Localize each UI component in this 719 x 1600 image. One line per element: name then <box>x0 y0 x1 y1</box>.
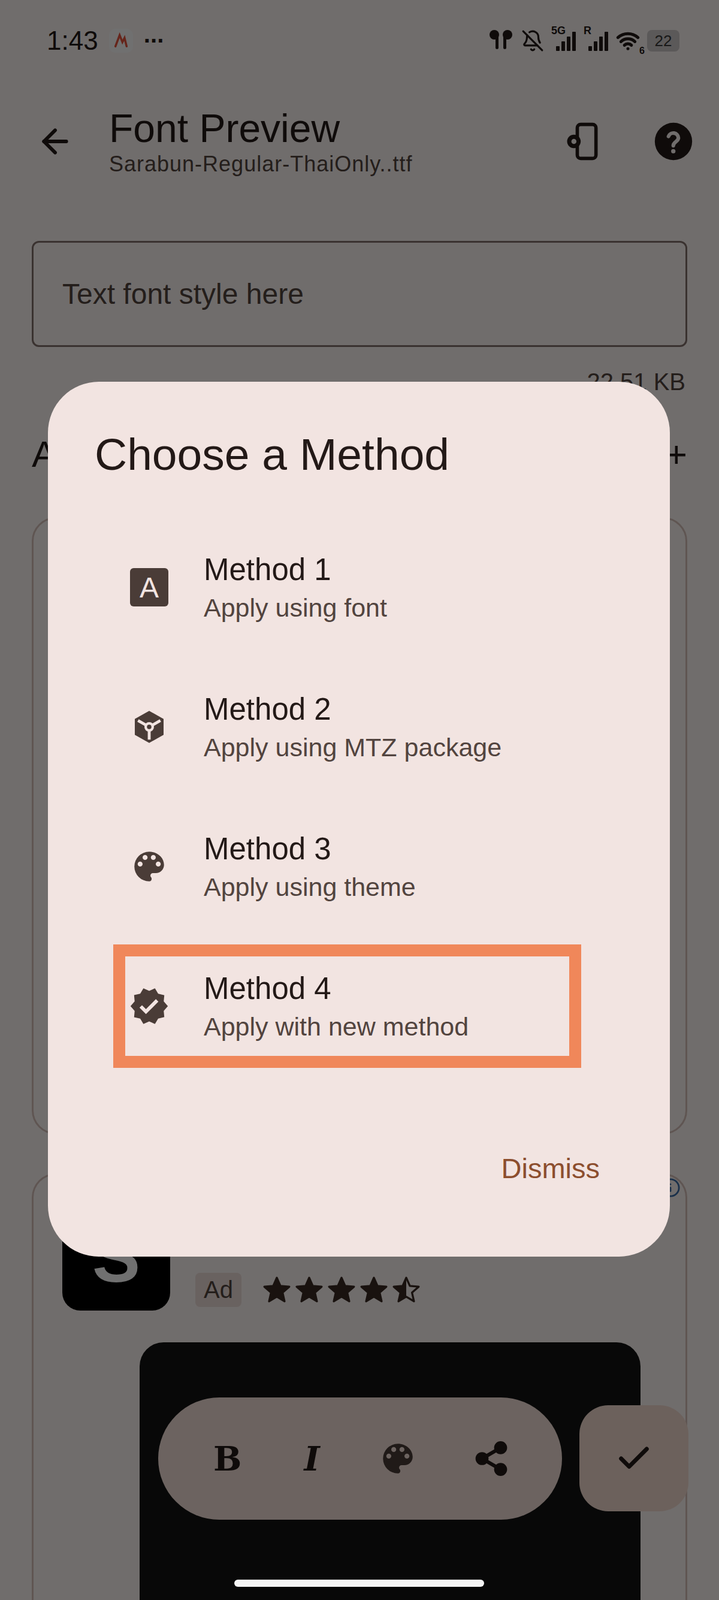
method-name: Method 2 <box>203 691 502 727</box>
method-list: A Method 1 Apply using font Method 2 Apply u… <box>113 525 624 1068</box>
font-icon: A <box>130 568 169 607</box>
method-name: Method 4 <box>203 970 469 1007</box>
method-option[interactable]: Method 4 Apply with new method <box>113 944 582 1068</box>
method-description: Apply with new method <box>203 1011 469 1042</box>
method-description: Apply using font <box>203 593 388 623</box>
palette-icon <box>129 846 169 887</box>
dialog-title: Choose a Method <box>94 427 624 482</box>
method-option[interactable]: Method 2 Apply using MTZ package <box>113 665 582 789</box>
method-icon-box <box>128 706 170 748</box>
method-description: Apply using theme <box>203 872 416 902</box>
home-indicator[interactable] <box>234 1579 485 1587</box>
method-icon-box: A <box>128 566 170 608</box>
method-name: Method 1 <box>203 551 388 588</box>
dismiss-button[interactable]: Dismiss <box>501 1151 600 1185</box>
method-name: Method 3 <box>203 831 416 867</box>
verified-icon <box>128 985 170 1027</box>
method-icon-box <box>128 985 170 1027</box>
choose-method-dialog: Choose a Method A Method 1 Apply using font… <box>47 381 670 1257</box>
method-icon-box <box>128 846 170 887</box>
method-text: Method 3 Apply using theme <box>203 831 416 902</box>
method-option[interactable]: A Method 1 Apply using font <box>113 525 582 649</box>
method-text: Method 2 Apply using MTZ package <box>203 691 502 763</box>
method-text: Method 4 Apply with new method <box>203 970 469 1042</box>
dialog-actions: Dismiss <box>94 1151 624 1185</box>
method-text: Method 1 Apply using font <box>203 551 388 623</box>
font-preview-screen: 1:43···5GR622Font PreviewSarabun-Regular… <box>0 0 719 1600</box>
method-option[interactable]: Method 3 Apply using theme <box>113 804 582 929</box>
package-icon <box>130 707 169 746</box>
method-description: Apply using MTZ package <box>203 732 502 763</box>
